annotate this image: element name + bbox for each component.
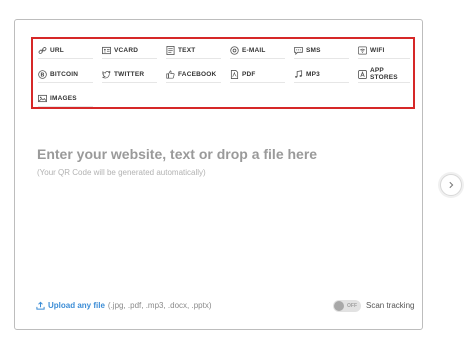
type-label: MP3 bbox=[306, 70, 320, 78]
type-vcard[interactable]: VCARD bbox=[102, 42, 157, 59]
toggle-knob bbox=[334, 301, 344, 311]
image-icon bbox=[38, 94, 47, 103]
at-icon bbox=[230, 45, 239, 55]
type-label: PDF bbox=[242, 70, 256, 78]
type-label: VCARD bbox=[114, 46, 139, 54]
thumbs-up-icon bbox=[166, 70, 175, 79]
type-label: TEXT bbox=[178, 46, 196, 54]
scan-tracking-label: Scan tracking bbox=[366, 301, 415, 310]
svg-text:B: B bbox=[40, 72, 44, 78]
type-label: SMS bbox=[306, 46, 321, 54]
type-label: URL bbox=[50, 46, 64, 54]
input-headline[interactable]: Enter your website, text or drop a file … bbox=[37, 146, 317, 162]
type-facebook[interactable]: FACEBOOK bbox=[166, 66, 221, 83]
type-label: E-MAIL bbox=[242, 46, 266, 54]
upload-icon[interactable] bbox=[36, 301, 45, 310]
wifi-icon bbox=[358, 46, 367, 55]
toggle-state-label: OFF bbox=[347, 302, 357, 309]
type-label: WIFI bbox=[370, 46, 385, 54]
sms-icon bbox=[294, 46, 303, 55]
app-store-icon bbox=[358, 69, 367, 79]
type-sms[interactable]: SMS bbox=[294, 42, 349, 59]
upload-row: Upload any file (.jpg, .pdf, .mp3, .docx… bbox=[36, 301, 212, 310]
qr-type-selector: URL VCARD TEXT E-MAIL SMS WIFI B BITCOIN… bbox=[31, 37, 415, 109]
type-mp3[interactable]: MP3 bbox=[294, 66, 349, 83]
type-twitter[interactable]: TWITTER bbox=[102, 66, 157, 83]
upload-file-link[interactable]: Upload any file bbox=[48, 301, 105, 310]
type-label: APP STORES bbox=[370, 67, 398, 81]
upload-file-types: (.jpg, .pdf, .mp3, .docx, .pptx) bbox=[107, 301, 212, 310]
vcard-icon bbox=[102, 46, 111, 55]
type-bitcoin[interactable]: B BITCOIN bbox=[38, 66, 93, 83]
type-text[interactable]: TEXT bbox=[166, 42, 221, 59]
bitcoin-icon: B bbox=[38, 69, 47, 79]
music-icon bbox=[294, 69, 303, 79]
type-url[interactable]: URL bbox=[38, 42, 93, 59]
chevron-right-icon bbox=[447, 181, 455, 189]
type-app-stores[interactable]: APP STORES bbox=[358, 66, 410, 83]
pdf-icon bbox=[230, 69, 239, 79]
type-label: BITCOIN bbox=[50, 70, 79, 78]
type-label: TWITTER bbox=[114, 70, 145, 78]
link-icon bbox=[38, 46, 47, 55]
type-images[interactable]: IMAGES bbox=[38, 90, 93, 107]
type-pdf[interactable]: PDF bbox=[230, 66, 285, 83]
type-label: FACEBOOK bbox=[178, 70, 217, 78]
type-wifi[interactable]: WIFI bbox=[358, 42, 410, 59]
input-subline: (Your QR Code will be generated automati… bbox=[37, 168, 206, 177]
type-email[interactable]: E-MAIL bbox=[230, 42, 285, 59]
scan-tracking-toggle[interactable]: OFF bbox=[333, 300, 361, 312]
next-step-button[interactable] bbox=[440, 174, 462, 196]
twitter-icon bbox=[102, 70, 111, 79]
type-label: IMAGES bbox=[50, 94, 77, 102]
text-icon bbox=[166, 45, 175, 55]
